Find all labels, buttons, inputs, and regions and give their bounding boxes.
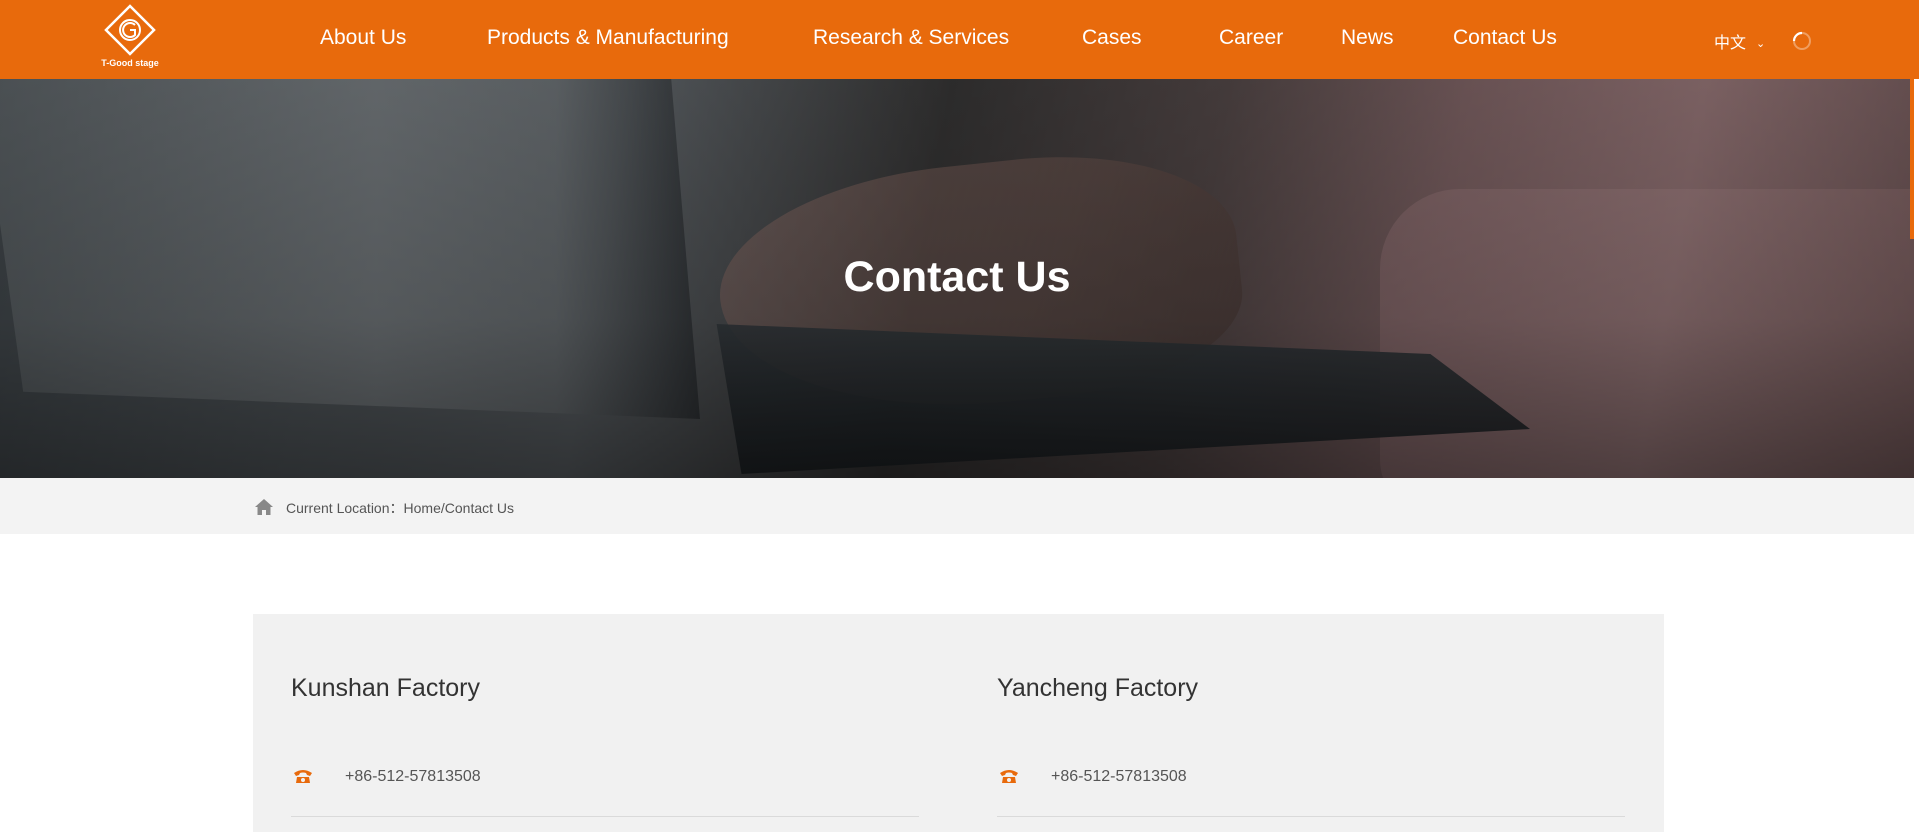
phone-number[interactable]: +86-512-57813508	[345, 768, 481, 786]
site-header: T-Good stage About Us Products & Manufac…	[0, 0, 1919, 79]
factory-card-yancheng: Yancheng Factory +86-512-57813508	[997, 674, 1625, 817]
phone-number[interactable]: +86-512-57813508	[1051, 768, 1187, 786]
factory-name: Kunshan Factory	[291, 674, 480, 702]
phone-row: +86-512-57813508	[997, 764, 1625, 817]
factory-name: Yancheng Factory	[997, 674, 1199, 702]
nav-research-services[interactable]: Research & Services	[813, 26, 1009, 50]
contact-panel: Kunshan Factory +86-512-57813508 Yanchen…	[253, 614, 1664, 832]
breadcrumb-home-link[interactable]: Home	[404, 500, 441, 516]
breadcrumb-trail: Current Location：Home/Contact Us	[286, 498, 514, 518]
factory-card-kunshan: Kunshan Factory +86-512-57813508	[291, 674, 919, 817]
logo-text: T-Good stage	[101, 58, 159, 68]
language-label: 中文	[1714, 35, 1747, 52]
nav-contact-us[interactable]: Contact Us	[1453, 26, 1557, 50]
nav-news[interactable]: News	[1341, 26, 1394, 50]
hero-banner: Contact Us	[0, 79, 1914, 478]
breadcrumb-label: Current Location：	[286, 500, 404, 516]
phone-icon	[1000, 770, 1018, 783]
logo-mark-icon	[104, 4, 156, 56]
spinner-icon	[1792, 31, 1811, 50]
breadcrumb: Current Location：Home/Contact Us	[0, 478, 1914, 534]
page-title: Contact Us	[843, 253, 1071, 301]
logo[interactable]: T-Good stage	[98, 4, 162, 70]
hero-edge-accent	[1910, 79, 1914, 239]
chevron-down-icon: ⌄	[1756, 38, 1766, 50]
home-icon	[255, 499, 273, 515]
phone-icon	[294, 770, 312, 783]
breadcrumb-current: Contact Us	[444, 500, 515, 516]
language-selector[interactable]: 中文 ⌄	[1714, 29, 1765, 53]
nav-products-manufacturing[interactable]: Products & Manufacturing	[487, 26, 729, 50]
nav-about-us[interactable]: About Us	[320, 26, 406, 50]
nav-cases[interactable]: Cases	[1082, 26, 1142, 50]
phone-row: +86-512-57813508	[291, 764, 919, 817]
nav-career[interactable]: Career	[1219, 26, 1283, 50]
